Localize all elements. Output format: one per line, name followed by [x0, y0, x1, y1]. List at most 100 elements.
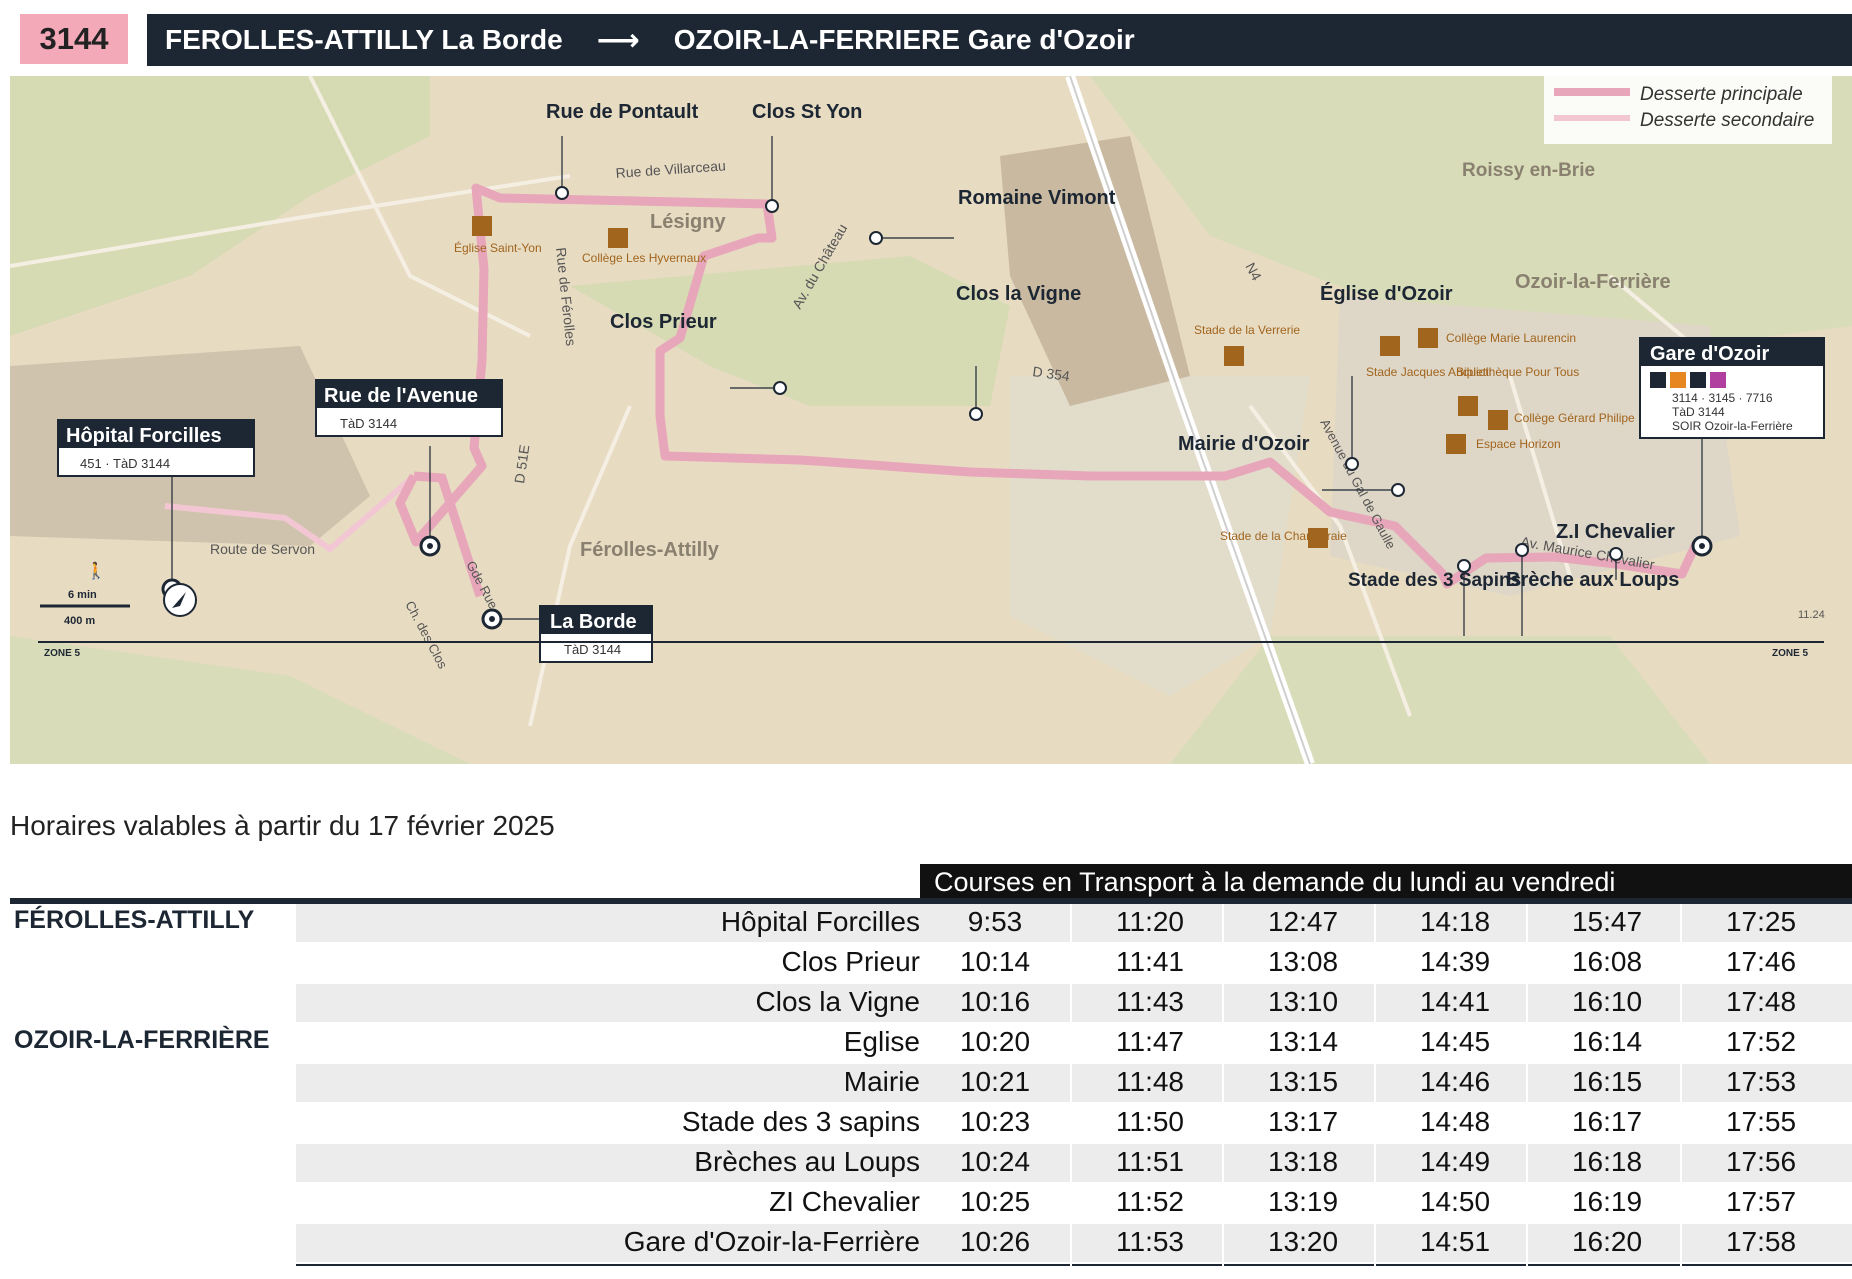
departure-time: 16:18 [1571, 1146, 1643, 1177]
departure-time: 10:14 [959, 946, 1031, 977]
route-destination: OZOIR-LA-FERRIERE Gare d'Ozoir [673, 24, 1135, 55]
departure-time: 16:10 [1571, 986, 1643, 1017]
svg-text:Hôpital Forcilles: Hôpital Forcilles [66, 425, 222, 447]
departure-time: 14:50 [1419, 1186, 1491, 1217]
svg-text:400 m: 400 m [64, 615, 95, 627]
table-row: Clos la Vigne 10:16 11:43 13:10 14:41 16:10 17… [0, 984, 1852, 1026]
town-label: OZOIR-LA-FERRIÈRE [14, 1026, 270, 1054]
departure-time: 13:08 [1267, 946, 1339, 977]
departure-time: 16:14 [1571, 1026, 1643, 1057]
place-label: Lésigny [650, 211, 726, 233]
departure-time: 11:47 [1116, 1026, 1184, 1057]
zone-left: ZONE 5 [44, 648, 81, 659]
table-row: Clos Prieur 10:14 11:41 13:08 14:39 16:08 17:4… [0, 944, 1852, 986]
stop-name: Clos Prieur [781, 946, 920, 977]
departure-time: 14:41 [1419, 986, 1491, 1017]
departure-time: 11:20 [1116, 906, 1184, 937]
stop-name: Brèches au Loups [694, 1146, 920, 1177]
stop-box-hopital: Hôpital Forcilles 451 · TàD 3144 [57, 419, 255, 477]
stop-name: Hôpital Forcilles [720, 906, 920, 937]
stop-label: Clos St Yon [752, 101, 862, 123]
departure-time: 16:19 [1571, 1186, 1643, 1217]
departure-time: 10:23 [959, 1106, 1031, 1137]
stop-name: Mairie [843, 1066, 920, 1097]
poi-label: Stade de la Verrerie [1194, 323, 1300, 337]
departure-time: 11:43 [1116, 986, 1184, 1017]
table-row: ZI Chevalier 10:25 11:52 13:19 14:50 16:19 17:… [0, 1184, 1852, 1226]
departure-time: 13:18 [1267, 1146, 1339, 1177]
table-row: OZOIR-LA-FERRIÈRE Eglise 10:20 11:47 13:14 14… [0, 1024, 1852, 1066]
poi-label: Espace Horizon [1476, 437, 1561, 451]
svg-text:6 min: 6 min [68, 589, 97, 601]
column-divider [1374, 904, 1376, 1279]
departure-time: 14:18 [1419, 906, 1491, 937]
stop-name: Eglise [843, 1026, 920, 1057]
poi-label: Bibliothèque Pour Tous [1456, 365, 1579, 379]
stop-name: ZI Chevalier [769, 1186, 920, 1217]
departure-time: 14:49 [1419, 1146, 1491, 1177]
departure-time: 13:15 [1267, 1066, 1339, 1097]
departure-time: 17:56 [1725, 1146, 1797, 1177]
poi-label: Église Saint-Yon [454, 240, 542, 255]
route-origin: FEROLLES-ATTILLY La Borde [165, 24, 563, 55]
departure-time: 11:50 [1116, 1106, 1184, 1137]
svg-text:SOIR Ozoir-la-Ferrière: SOIR Ozoir-la-Ferrière [1672, 419, 1793, 433]
place-label: Férolles-Attilly [580, 539, 720, 561]
stop-box-gare-ozoir: Gare d'Ozoir 3114 · 3145 · 7716 TàD 3144… [1639, 337, 1825, 439]
stop-label: Romaine Vimont [958, 187, 1116, 209]
stop-label: Église d'Ozoir [1320, 282, 1453, 305]
departure-time: 11:41 [1116, 946, 1184, 977]
departure-time: 11:52 [1116, 1186, 1184, 1217]
departure-time: 17:46 [1725, 946, 1797, 977]
column-divider [1526, 904, 1528, 1279]
departure-time: 16:08 [1571, 946, 1643, 977]
svg-text:TàD 3144: TàD 3144 [1672, 405, 1725, 419]
stop-label: Clos Prieur [610, 311, 717, 333]
departure-time: 17:58 [1725, 1226, 1797, 1257]
column-divider [1070, 904, 1072, 1279]
poi-label: Stade de la Charmeraie [1220, 529, 1347, 543]
poi-label: Collège Marie Laurencin [1446, 331, 1576, 345]
stop-box-avenue: Rue de l'Avenue TàD 3144 [315, 379, 503, 437]
departure-time: 9:53 [967, 906, 1023, 937]
place-label: Roissy en-Brie [1462, 160, 1595, 181]
stop-name: Gare d'Ozoir-la-Ferrière [623, 1226, 920, 1257]
stop-name: Stade des 3 sapins [681, 1106, 920, 1137]
zone-right: ZONE 5 [1772, 648, 1809, 659]
departure-time: 16:15 [1571, 1066, 1643, 1097]
departure-time: 17:55 [1725, 1106, 1797, 1137]
table-row: FÉROLLES-ATTILLY Hôpital Forcilles 9:53 11:… [0, 904, 1852, 946]
departure-time: 16:17 [1571, 1106, 1643, 1137]
place-label: Ozoir-la-Ferrière [1515, 271, 1671, 293]
svg-text:Gare d'Ozoir: Gare d'Ozoir [1650, 343, 1769, 365]
departure-time: 14:39 [1419, 946, 1491, 977]
timetable-banner: Courses en Transport à la demande du lun… [920, 864, 1852, 900]
stop-label: Rue de Pontault [546, 101, 699, 123]
road-label: Route de Servon [210, 541, 315, 557]
map-credit: 11.24 [1798, 609, 1825, 621]
departure-time: 10:24 [959, 1146, 1031, 1177]
svg-text:La Borde: La Borde [550, 611, 637, 633]
table-row: Mairie 10:21 11:48 13:15 14:46 16:15 17:53 [0, 1064, 1852, 1106]
departure-time: 13:20 [1267, 1226, 1339, 1257]
departure-time: 17:52 [1725, 1026, 1797, 1057]
row-rule [296, 1264, 1852, 1266]
poi-label: Collège Les Hyvernaux [582, 251, 706, 265]
stop-label: Stade des 3 Sapins [1348, 570, 1521, 591]
stop-label: Brèche aux Loups [1506, 569, 1679, 591]
route-title-bar: FEROLLES-ATTILLY La Borde ⟶ OZOIR-LA-FER… [147, 14, 1852, 66]
table-row: Brèches au Loups 10:24 11:51 13:18 14:49 16:1… [0, 1144, 1852, 1186]
town-label: FÉROLLES-ATTILLY [14, 906, 255, 934]
departure-time: 10:21 [959, 1066, 1031, 1097]
departure-time: 14:45 [1419, 1026, 1491, 1057]
table-row: Gare d'Ozoir-la-Ferrière 10:26 11:53 13:20 1… [0, 1224, 1852, 1266]
departure-time: 13:17 [1267, 1106, 1339, 1137]
svg-text:Rue de l'Avenue: Rue de l'Avenue [324, 385, 478, 407]
legend-secondary: Desserte secondaire [1640, 110, 1814, 131]
stop-label: Mairie d'Ozoir [1178, 433, 1310, 455]
walk-icon: 🚶 [86, 561, 106, 580]
table-row: Stade des 3 sapins 10:23 11:50 13:17 14:48 16… [0, 1104, 1852, 1146]
svg-text:TàD 3144: TàD 3144 [564, 642, 621, 657]
departure-time: 17:48 [1725, 986, 1797, 1017]
direction-arrow-icon: ⟶ [596, 23, 640, 57]
